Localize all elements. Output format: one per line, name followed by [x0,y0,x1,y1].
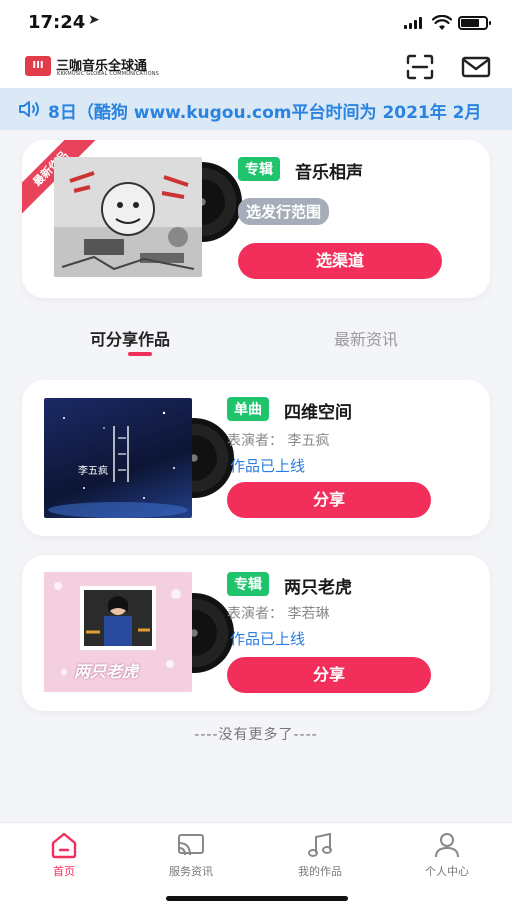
home-indicator [166,896,348,901]
share-button[interactable]: 分享 [227,482,431,518]
album-cover: 两只老虎 [44,572,192,692]
cast-icon [178,834,204,856]
status-time: 17:24 [28,12,86,33]
nav-label: 首页 [53,865,75,878]
music-note-icon [308,832,332,857]
tab-shareable-works[interactable]: 可分享作品 [90,326,170,350]
scan-icon[interactable] [405,54,435,80]
work-title: 两只老虎 [284,578,352,598]
release-range-chip[interactable]: 选发行范围 [238,198,330,225]
album-cover: 李五疯 [44,398,192,518]
no-more-text: ----没有更多了---- [194,727,318,743]
home-icon [51,832,77,859]
mail-icon[interactable] [460,55,492,79]
notice-text: 8日（酷狗 www.kugou.com平台时间为 2021年 2月 [48,103,482,123]
speaker-icon [19,101,39,117]
performer-label: 表演者： 李若琳 [227,606,330,622]
nav-label: 个人中心 [425,865,469,878]
work-card[interactable]: 李五疯 单曲 四维空间 表演者： 李五疯 作品已上线 分享 [22,380,490,536]
cover-title-text: 两只老虎 [74,662,139,681]
select-channel-button[interactable]: 选渠道 [238,243,442,279]
featured-title: 音乐相声 [295,163,363,183]
signal-icon [404,17,424,29]
share-button[interactable]: 分享 [227,657,431,693]
logo-subtext: KKKMUSIC GLOBAL COMMUNICATIONS [57,71,160,77]
album-cover [54,157,202,277]
logo-icon: III [25,56,51,76]
nav-service-news[interactable]: 服务资讯 [141,831,241,879]
notice-banner[interactable]: 8日（酷狗 www.kugou.com平台时间为 2021年 2月 [0,88,512,130]
bottom-navigation: 首页 服务资讯 我的作品 个人中心 [0,822,512,907]
work-status: 作品已上线 [230,630,306,648]
cover-art-space [48,411,188,518]
nav-label: 服务资讯 [169,865,213,878]
wifi-icon [432,15,452,30]
cover-artist-text: 李五疯 [78,466,108,477]
work-status: 作品已上线 [230,457,306,475]
nav-label: 我的作品 [298,865,342,878]
performer-label: 表演者： 李五疯 [227,433,330,449]
nav-profile[interactable]: 个人中心 [397,831,497,879]
location-arrow-icon: ➤ [88,12,100,28]
user-icon [435,833,459,858]
battery-icon [458,16,491,30]
status-bar: 17:24 ➤ [0,0,512,46]
single-tag: 单曲 [227,397,269,421]
work-title: 四维空间 [284,403,352,423]
work-card[interactable]: 两只老虎 专辑 两只老虎 表演者： 李若琳 作品已上线 分享 [22,555,490,711]
nav-my-works[interactable]: 我的作品 [270,831,370,879]
tab-latest-news[interactable]: 最新资讯 [334,326,398,350]
album-tag: 专辑 [238,157,280,181]
featured-work-card[interactable]: 最新作品 专辑 音乐相声 选发行范围 选渠道 [22,140,490,298]
cover-art-graffiti [54,157,202,277]
app-header: III 三咖音乐全球通 KKKMUSIC GLOBAL COMMUNICATIO… [0,46,512,88]
album-tag: 专辑 [227,572,269,596]
nav-home[interactable]: 首页 [14,831,114,879]
active-tab-indicator [128,352,152,356]
